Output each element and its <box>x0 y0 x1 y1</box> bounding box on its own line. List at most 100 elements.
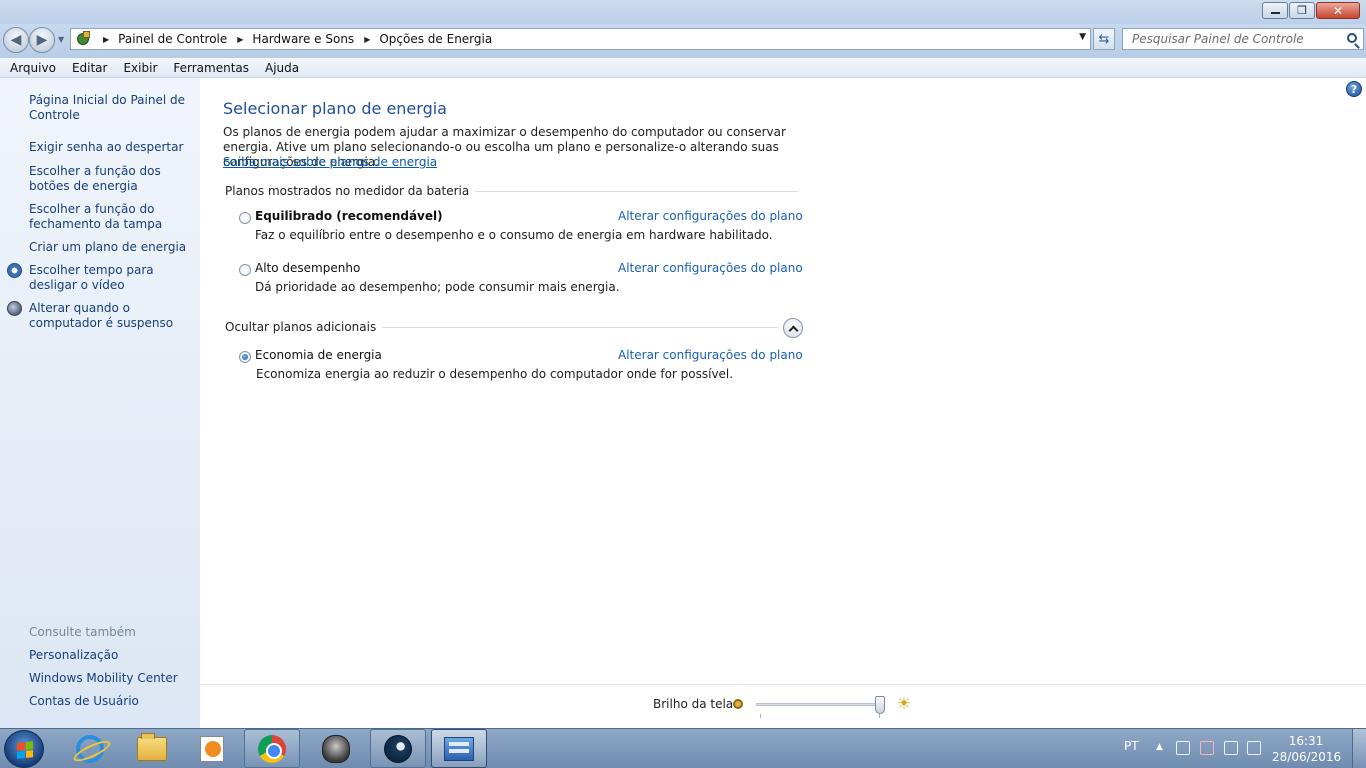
change-plan-settings-link[interactable]: Alterar configurações do plano <box>618 348 803 362</box>
control-panel-icon <box>444 736 474 761</box>
search-box[interactable] <box>1122 28 1364 50</box>
chrome-icon <box>258 734 286 763</box>
sidebar-item-require-password[interactable]: Exigir senha ao despertar <box>29 140 197 155</box>
close-button[interactable]: ✕ <box>1316 2 1360 19</box>
breadcrumb-power-options[interactable]: Opções de Energia <box>379 32 492 46</box>
language-indicator[interactable]: PT <box>1124 739 1139 753</box>
menu-view[interactable]: Exibir <box>115 61 165 75</box>
game-skull-icon <box>322 734 350 763</box>
breadcrumb-hardware-sound[interactable]: Hardware e Sons <box>252 32 354 46</box>
sidebar-item-power-buttons[interactable]: Escolher a função dos botões de energia <box>29 164 197 194</box>
sidebar-item-mobility-center[interactable]: Windows Mobility Center <box>29 671 197 686</box>
recent-pages-dropdown-icon[interactable]: ▼ <box>58 35 64 44</box>
page-title: Selecionar plano de energia <box>223 99 447 118</box>
plan-name-balanced[interactable]: Equilibrado (recomendável) <box>255 209 443 223</box>
plan-desc-power-saver: Economiza energia ao reduzir o desempenh… <box>256 367 734 381</box>
refresh-icon: ⇆ <box>1098 31 1110 47</box>
sidebar-item-create-plan[interactable]: Criar um plano de energia <box>29 240 197 255</box>
learn-more-link[interactable]: Saiba mais sobre planos de energia <box>223 155 437 169</box>
help-icon[interactable]: ? <box>1346 81 1362 97</box>
back-button[interactable]: ◀ <box>3 27 29 53</box>
plan-name-power-saver[interactable]: Economia de energia <box>255 348 382 362</box>
menu-tools[interactable]: Ferramentas <box>165 61 257 75</box>
breadcrumb-separator-icon[interactable]: ▶ <box>364 35 370 44</box>
steam-icon <box>384 734 412 763</box>
navigation-bar: ◀ ▶ ▼ ▶ Painel de Controle ▶ Hardware e … <box>0 24 1366 58</box>
brightness-slider-track[interactable] <box>756 703 884 706</box>
usb-device-icon[interactable] <box>1176 741 1190 755</box>
refresh-button[interactable]: ⇆ <box>1093 28 1115 50</box>
breadcrumb-control-panel[interactable]: Painel de Controle <box>118 32 227 46</box>
dim-brightness-icon <box>733 699 743 709</box>
show-desktop-button[interactable] <box>1352 729 1366 768</box>
taskbar-game[interactable] <box>308 729 364 768</box>
change-plan-settings-link[interactable]: Alterar configurações do plano <box>618 261 803 275</box>
taskbar: PT ▲ 16:31 28/06/2016 <box>0 728 1366 768</box>
plan-desc-high-performance: Dá prioridade ao desempenho; pode consum… <box>255 280 620 294</box>
taskbar-explorer[interactable] <box>124 729 180 768</box>
forward-arrow-icon: ▶ <box>36 32 48 48</box>
see-also-header: Consulte também <box>29 625 136 639</box>
hide-additional-plans-header[interactable]: Ocultar planos adicionais <box>225 320 383 334</box>
sidebar-item-control-panel-home[interactable]: Página Inicial do Painel de Controle <box>29 93 197 123</box>
sidebar-item-personalization[interactable]: Personalização <box>29 648 197 663</box>
window-controls: ❐ ✕ <box>1261 2 1360 19</box>
windows-logo-icon <box>17 741 33 759</box>
menu-edit[interactable]: Editar <box>64 61 116 75</box>
breadcrumb-separator-icon[interactable]: ▶ <box>103 35 109 44</box>
title-bar: ❐ ✕ <box>0 0 1366 24</box>
internet-explorer-icon <box>76 734 104 763</box>
menu-bar: Arquivo Editar Exibir Ferramentas Ajuda <box>0 58 1366 78</box>
taskbar-chrome[interactable] <box>244 729 300 768</box>
sidebar-item-sleep[interactable]: Alterar quando o computador é suspenso <box>29 301 197 331</box>
menu-file[interactable]: Arquivo <box>0 61 64 75</box>
brightness-bar: Brilho da tela: ☀ <box>200 684 1366 728</box>
sidebar-item-display-off[interactable]: Escolher tempo para desligar o vídeo <box>29 263 197 293</box>
show-hidden-icons-icon[interactable]: ▲ <box>1156 742 1163 752</box>
display-timer-icon <box>7 263 22 278</box>
clock-date[interactable]: 28/06/2016 <box>1272 750 1341 764</box>
address-bar[interactable]: ▶ Painel de Controle ▶ Hardware e Sons ▶… <box>70 28 1091 50</box>
close-icon: ✕ <box>1332 3 1344 18</box>
main-content: ? Selecionar plano de energia Os planos … <box>200 78 1366 684</box>
taskbar-internet-explorer[interactable] <box>62 729 118 768</box>
control-panel-icon <box>75 31 93 47</box>
start-button[interactable] <box>4 730 44 768</box>
back-arrow-icon: ◀ <box>10 32 22 48</box>
clock-time[interactable]: 16:31 <box>1276 734 1336 748</box>
plan-radio-balanced[interactable] <box>239 212 251 224</box>
battery-meter-plans-header: Planos mostrados no medidor da bateria <box>225 184 476 198</box>
system-tray: PT ▲ 16:31 28/06/2016 <box>1096 729 1366 768</box>
breadcrumb-separator-icon[interactable]: ▶ <box>237 35 243 44</box>
sidebar-item-lid-close[interactable]: Escolher a função do fechamento da tampa <box>29 202 197 232</box>
address-dropdown-icon[interactable]: ▼ <box>1079 32 1086 42</box>
plan-desc-balanced: Faz o equilíbrio entre o desempenho e o … <box>255 228 773 242</box>
sidebar-item-user-accounts[interactable]: Contas de Usuário <box>29 694 197 709</box>
change-plan-settings-link[interactable]: Alterar configurações do plano <box>618 209 803 223</box>
network-signal-icon[interactable] <box>1224 741 1238 755</box>
plan-radio-power-saver[interactable] <box>239 351 251 363</box>
volume-icon[interactable] <box>1247 741 1261 755</box>
taskbar-steam[interactable] <box>370 729 426 768</box>
brightness-slider-thumb[interactable] <box>875 696 886 714</box>
action-center-icon[interactable] <box>1200 741 1214 755</box>
plan-name-high-performance[interactable]: Alto desempenho <box>255 261 360 275</box>
taskbar-control-panel[interactable] <box>431 729 487 768</box>
restore-icon: ❐ <box>1297 4 1307 17</box>
forward-button[interactable]: ▶ <box>29 27 55 53</box>
menu-help[interactable]: Ajuda <box>257 61 307 75</box>
collapse-plans-button[interactable] <box>783 318 803 338</box>
sleep-icon <box>7 301 22 316</box>
search-icon[interactable] <box>1347 33 1357 43</box>
brightness-label: Brilho da tela: <box>653 697 738 711</box>
slider-ticks <box>760 714 880 718</box>
minimize-button[interactable] <box>1262 2 1288 19</box>
restore-button[interactable]: ❐ <box>1289 2 1315 19</box>
sidebar: Página Inicial do Painel de Controle Exi… <box>0 78 200 728</box>
bright-sun-icon: ☀ <box>896 694 912 714</box>
plan-radio-high-performance[interactable] <box>239 264 251 276</box>
minimize-icon <box>1270 12 1280 14</box>
media-player-icon <box>200 735 224 762</box>
taskbar-media-player[interactable] <box>184 729 240 768</box>
search-input[interactable] <box>1132 29 1342 49</box>
